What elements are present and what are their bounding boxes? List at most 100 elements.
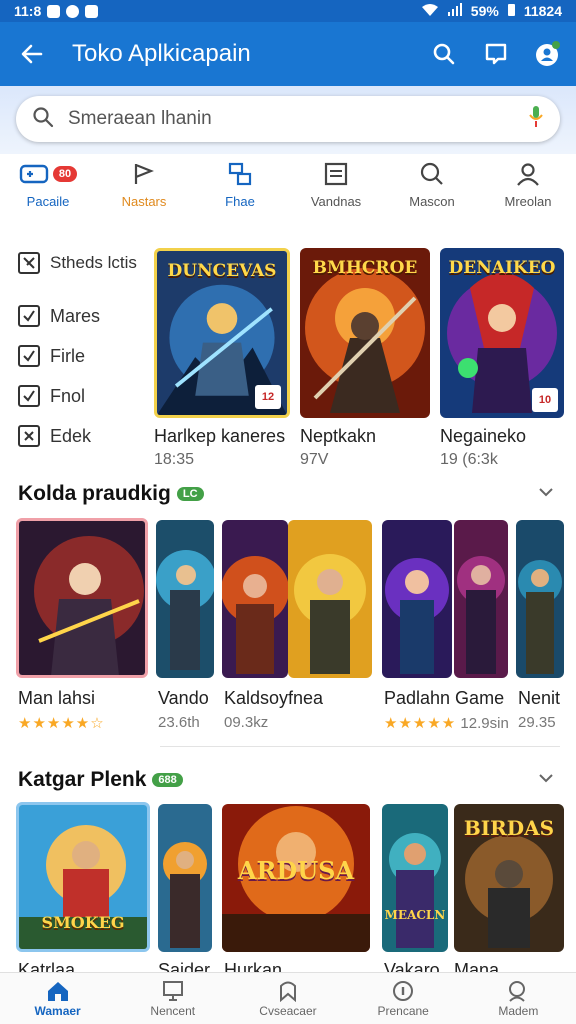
list-icon xyxy=(324,162,348,186)
info-circle-icon xyxy=(393,980,414,1001)
app-thumbnail[interactable]: MEACLN xyxy=(382,804,448,952)
microphone-icon[interactable] xyxy=(528,104,544,135)
filter-item[interactable]: Mares xyxy=(18,296,148,336)
app-thumbnail[interactable]: BIRDAS xyxy=(454,804,564,952)
section-header: Kolda praudkig LC xyxy=(18,482,204,506)
nav-label: Prencane xyxy=(377,1003,429,1018)
app-meta: 12.9sin xyxy=(460,715,509,732)
app-thumbnail: DENAIKEO 10 xyxy=(440,248,564,418)
category-tab-mreolan[interactable]: Mreolan xyxy=(483,160,573,209)
page-title: Toko Aplkicapain xyxy=(72,40,251,67)
checkbox-icon xyxy=(18,425,40,447)
game-banner: ARDUSA xyxy=(237,856,355,885)
chevron-down-icon[interactable] xyxy=(538,770,554,786)
app-thumbnail[interactable] xyxy=(454,520,508,678)
app-title[interactable]: Man lahsi xyxy=(18,688,95,709)
filter-item[interactable]: Fnol xyxy=(18,376,148,416)
status-time: 11:8 xyxy=(14,3,42,19)
nav-label: Madem xyxy=(498,1003,539,1018)
game-banner: BMHCROE xyxy=(312,258,418,278)
search-area: Smeraean lhanin xyxy=(0,86,576,154)
app-thumbnail[interactable]: ARDUSA xyxy=(222,804,370,952)
nav-home[interactable]: Wamaer xyxy=(8,980,108,1018)
category-label: Nastars xyxy=(121,194,167,209)
app-title: Negaineko xyxy=(440,426,527,446)
category-tab-fhae[interactable]: Fhae xyxy=(195,160,285,209)
search-icon xyxy=(509,980,526,1002)
nav-library[interactable]: Cvseacaer xyxy=(238,980,338,1018)
game-banner: DUNCEVAS xyxy=(167,261,277,281)
category-badge: 80 xyxy=(52,166,78,182)
featured-app[interactable]: DENAIKEO 10 Negaineko 19 (6:3k xyxy=(440,248,564,469)
section-title: Katgar Plenk xyxy=(18,768,147,791)
featured-app[interactable]: DUNCEVAS 12 Harlkep kaneres 18:35 xyxy=(154,248,290,469)
nav-label: Wamaer xyxy=(34,1003,81,1018)
app-thumbnail[interactable] xyxy=(516,520,564,678)
bookmark-icon xyxy=(279,981,296,1002)
account-icon[interactable] xyxy=(534,40,562,68)
app-thumbnail: BMHCROE xyxy=(300,248,430,418)
grid-icon xyxy=(228,162,252,186)
app-title: Harlkep kaneres xyxy=(154,426,286,446)
game-artwork xyxy=(156,520,214,678)
game-artwork xyxy=(158,804,212,952)
section-badge: LC xyxy=(176,487,204,501)
app-thumbnail[interactable] xyxy=(156,520,214,678)
app-title[interactable]: Padlahn Game xyxy=(384,688,504,709)
filter-heading-row: Stheds lctis xyxy=(18,246,148,280)
app-thumbnail[interactable] xyxy=(16,518,148,678)
checkbox-icon xyxy=(18,305,40,327)
category-tab-mascon[interactable]: Mascon xyxy=(387,160,477,209)
category-tabs: 80 Pacaile Nastars Fhae Vandnas Mascon M… xyxy=(0,160,576,226)
app-thumbnail[interactable] xyxy=(158,804,212,952)
category-tab-vandnas[interactable]: Vandnas xyxy=(291,160,381,209)
app-thumbnail[interactable]: SMOKEG xyxy=(16,802,150,952)
signal-icon xyxy=(447,2,463,20)
app-meta: 18:35 xyxy=(154,451,195,468)
notification-icon xyxy=(85,4,99,18)
search-icon[interactable] xyxy=(430,40,458,68)
chevron-down-icon[interactable] xyxy=(538,484,554,500)
status-bar: 11:8 59% 11824 xyxy=(0,0,576,22)
game-artwork xyxy=(19,521,145,675)
category-label: Pacaile xyxy=(26,194,70,209)
chat-icon[interactable] xyxy=(482,40,510,68)
nav-search[interactable]: Madem xyxy=(468,980,568,1018)
filter-label: Firle xyxy=(50,345,85,366)
battery-percent: 59% xyxy=(470,3,499,19)
filter-item[interactable]: Firle xyxy=(18,336,148,376)
search-icon xyxy=(32,106,54,133)
app-thumbnail[interactable] xyxy=(382,520,452,678)
nav-offers[interactable]: Prencane xyxy=(353,980,453,1018)
back-arrow-icon[interactable] xyxy=(14,36,50,72)
category-tab-pacaile[interactable]: 80 Pacaile xyxy=(3,160,93,209)
age-rating-badge: 10 xyxy=(532,388,558,412)
nav-label: Cvseacaer xyxy=(259,1003,317,1018)
search-icon xyxy=(420,162,443,185)
app-thumbnail[interactable] xyxy=(288,520,372,678)
app-title[interactable]: Vando xyxy=(158,688,209,709)
category-tab-nastars[interactable]: Nastars xyxy=(99,160,189,209)
game-artwork xyxy=(382,520,452,678)
app-title[interactable]: Nenit xyxy=(518,688,560,709)
app-title[interactable]: Kaldsoyfnea xyxy=(224,688,323,709)
category-label: Mreolan xyxy=(504,194,552,209)
filter-label: Fnol xyxy=(50,385,86,406)
section-title: Kolda praudkig xyxy=(18,482,171,505)
category-label: Vandnas xyxy=(310,194,362,209)
game-artwork xyxy=(222,520,288,678)
game-artwork xyxy=(454,520,508,678)
game-banner: MEACLN xyxy=(384,908,446,922)
notification-icon xyxy=(66,4,80,18)
monitor-icon xyxy=(162,980,183,1001)
nav-games[interactable]: Nencent xyxy=(123,980,223,1018)
filter-item[interactable]: Edek xyxy=(18,416,148,456)
featured-app[interactable]: BMHCROE Neptkakn 97V xyxy=(300,248,430,469)
rating-stars: ★★★★★☆ xyxy=(18,715,105,732)
app-thumbnail[interactable] xyxy=(222,520,288,678)
search-input[interactable]: Smeraean lhanin xyxy=(16,96,560,142)
checkbox-icon xyxy=(18,385,40,407)
app-meta: 97V xyxy=(300,451,329,468)
battery-icon xyxy=(507,3,516,20)
app-thumbnail: DUNCEVAS 12 xyxy=(154,248,290,418)
